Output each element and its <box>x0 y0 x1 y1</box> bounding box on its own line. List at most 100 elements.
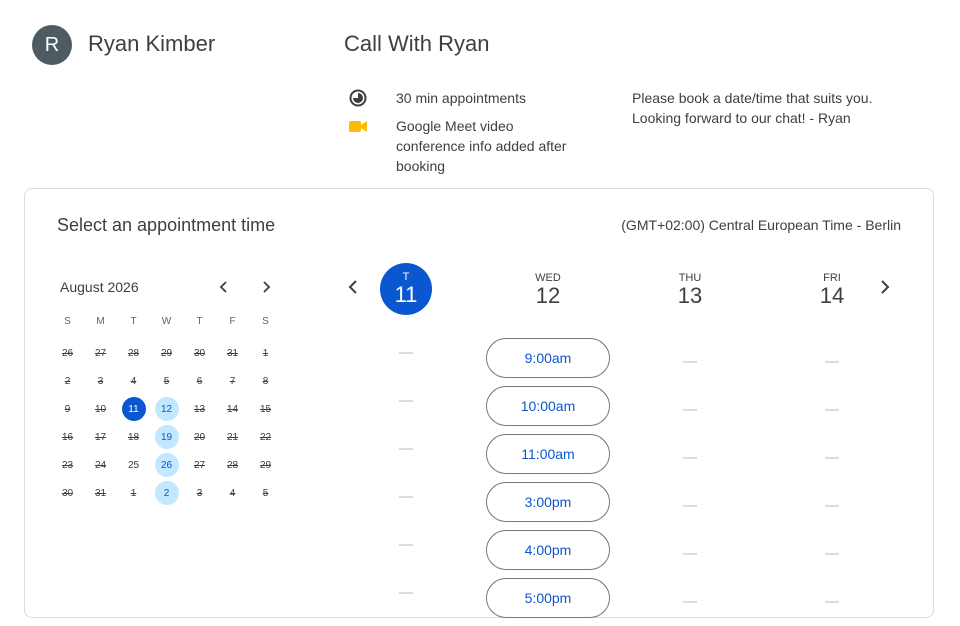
dash-mark <box>683 457 697 459</box>
mini-calendar-day: 14 <box>216 395 249 423</box>
prev-month-button[interactable] <box>212 275 236 299</box>
mini-calendar-day: 23 <box>51 451 84 479</box>
day-number: 4 <box>130 375 137 387</box>
conference-row: Google Meet video conference info added … <box>348 116 568 176</box>
day-number: 14 <box>226 403 239 415</box>
day-number: 9 <box>64 403 71 415</box>
dash-mark <box>825 553 839 555</box>
mini-calendar-day: 4 <box>117 367 150 395</box>
unavailable-slot <box>336 569 476 617</box>
day-number: 11 <box>121 397 146 421</box>
unavailable-slot <box>762 338 902 386</box>
mini-calendar-day[interactable]: 19 <box>150 423 183 451</box>
day-number: 13 <box>193 403 206 415</box>
unavailable-slot <box>336 377 476 425</box>
host-avatar: R <box>32 25 72 65</box>
unavailable-slot <box>336 473 476 521</box>
day-number: 5 <box>262 487 269 499</box>
day-number: 28 <box>226 459 239 471</box>
dash-mark <box>825 505 839 507</box>
unavailable-slot <box>620 530 760 578</box>
time-slot-button[interactable]: 11:00am <box>486 434 610 474</box>
duration-text: 30 min appointments <box>396 90 526 106</box>
next-month-button[interactable] <box>254 275 278 299</box>
day-number: 17 <box>94 431 107 443</box>
day-number: 13 <box>677 283 703 308</box>
unavailable-slot <box>620 338 760 386</box>
mini-calendar-day: 18 <box>117 423 150 451</box>
time-slot-button[interactable]: 4:00pm <box>486 530 610 570</box>
event-title: Call With Ryan <box>344 31 490 56</box>
day-number: 16 <box>61 431 74 443</box>
today-marker: T 11 <box>380 263 432 315</box>
clock-half-icon <box>348 88 396 108</box>
day-number: 30 <box>193 347 206 359</box>
dash-mark <box>399 400 413 402</box>
timezone-selector[interactable]: (GMT+02:00) Central European Time - Berl… <box>621 217 901 233</box>
day-number: 25 <box>127 459 140 471</box>
day-number: 22 <box>259 431 272 443</box>
event-description: Please book a date/time that suits you. … <box>632 90 873 126</box>
unavailable-slot <box>336 329 476 377</box>
day-number: 19 <box>154 425 179 449</box>
booking-panel: Select an appointment time (GMT+02:00) C… <box>24 188 934 618</box>
day-number: 3 <box>196 487 203 499</box>
dash-mark <box>825 409 839 411</box>
mini-calendar-day: 5 <box>150 367 183 395</box>
mini-calendar-day: 29 <box>249 451 282 479</box>
chevron-left-icon <box>219 281 227 293</box>
mini-calendar-day: 24 <box>84 451 117 479</box>
mini-calendar-day: 13 <box>183 395 216 423</box>
day-header: T 11 <box>336 263 476 315</box>
mini-calendar-day: 16 <box>51 423 84 451</box>
day-number: 2 <box>64 375 71 387</box>
mini-calendar-day: 28 <box>117 339 150 367</box>
day-number: 26 <box>154 453 179 477</box>
time-slot-button[interactable]: 3:00pm <box>486 482 610 522</box>
mini-calendar-day[interactable]: 26 <box>150 451 183 479</box>
day-number: 23 <box>61 459 74 471</box>
conference-text: Google Meet video conference info added … <box>396 118 567 174</box>
mini-calendar-day: 2 <box>51 367 84 395</box>
mini-calendar-day[interactable]: 12 <box>150 395 183 423</box>
dash-mark <box>825 601 839 603</box>
duration-row: 30 min appointments <box>348 88 526 108</box>
mini-calendar-day[interactable]: 2 <box>150 479 183 507</box>
dash-mark <box>399 448 413 450</box>
dash-mark <box>399 544 413 546</box>
unavailable-slot <box>336 425 476 473</box>
mini-calendar-day: 25 <box>117 451 150 479</box>
unavailable-slot <box>620 434 760 482</box>
mini-calendar-day: 27 <box>183 451 216 479</box>
mini-calendar-day: 1 <box>117 479 150 507</box>
unavailable-slot <box>620 578 760 626</box>
mini-calendar-day: 17 <box>84 423 117 451</box>
weekday-label: S <box>64 315 71 327</box>
dash-mark <box>399 592 413 594</box>
time-slot-button[interactable]: 9:00am <box>486 338 610 378</box>
day-number: 6 <box>196 375 203 387</box>
mini-calendar-day: 1 <box>249 339 282 367</box>
time-slot-button[interactable]: 5:00pm <box>486 578 610 618</box>
day-number: 1 <box>130 487 137 499</box>
unavailable-slot <box>762 578 902 626</box>
day-number: 30 <box>61 487 74 499</box>
mini-calendar-day: 15 <box>249 395 282 423</box>
mini-calendar-day: 28 <box>216 451 249 479</box>
mini-calendar-day: 26 <box>51 339 84 367</box>
day-number: 7 <box>229 375 236 387</box>
dash-mark <box>399 496 413 498</box>
dash-mark <box>683 553 697 555</box>
day-header: THU 13 <box>620 272 760 324</box>
host-name: Ryan Kimber <box>88 31 216 56</box>
mini-calendar-day: 5 <box>249 479 282 507</box>
time-slot-button[interactable]: 10:00am <box>486 386 610 426</box>
day-column: WED 12 9:00am 10:00am 11:00am 3:00pm 4:00pm 5:0… <box>478 263 618 626</box>
video-camera-icon <box>348 116 396 136</box>
mini-calendar-grid: S M T W T F S 26 27 28 29 30 31 1 2 3 4 5 6 7 8 9 10 11 12 13 14 15… <box>51 311 282 507</box>
day-number: 12 <box>535 283 561 308</box>
mini-calendar-day[interactable]: 11 <box>117 395 150 423</box>
dash-mark <box>825 457 839 459</box>
unavailable-slot <box>336 521 476 569</box>
booking-title: Select an appointment time <box>57 215 276 235</box>
